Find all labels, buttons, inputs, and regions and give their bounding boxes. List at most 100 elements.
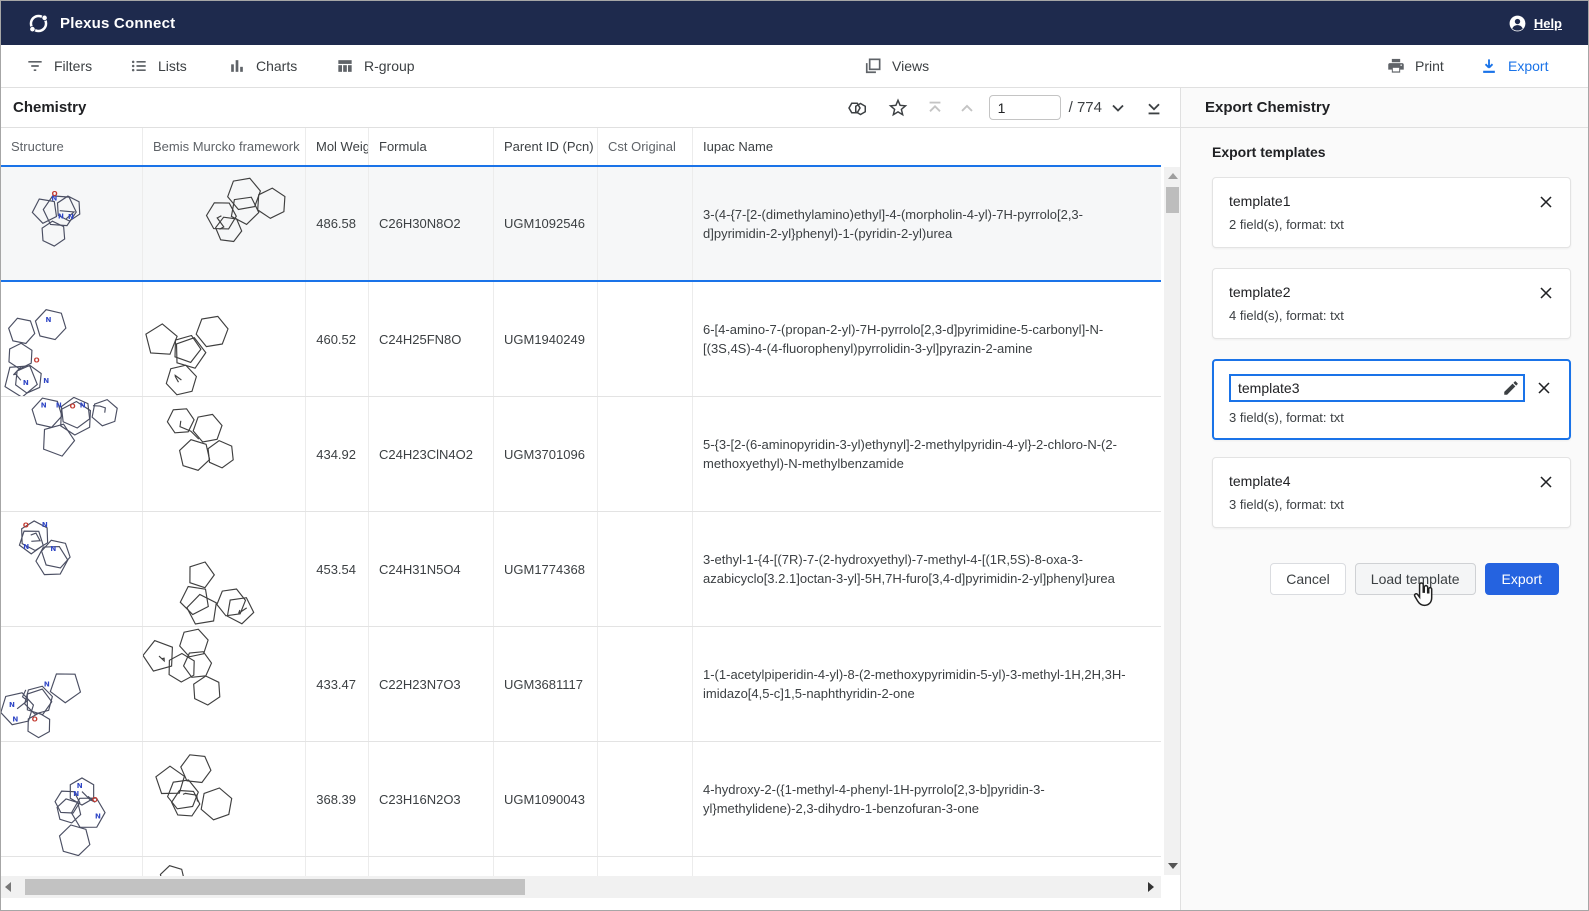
- mol-weight-cell: 434.92: [306, 397, 369, 511]
- parent-id-cell: UGM1090043: [494, 742, 598, 856]
- mol-weight-cell: 486.58: [306, 167, 369, 280]
- views-label: Views: [892, 58, 929, 74]
- export-toolbar-button[interactable]: Export: [1479, 45, 1548, 87]
- template-card-4[interactable]: template4 3 field(s), format: txt: [1212, 457, 1571, 528]
- filters-button[interactable]: Filters: [25, 45, 92, 87]
- column-header-framework[interactable]: Bemis Murcko framework: [143, 128, 306, 165]
- column-header-structure[interactable]: Structure: [1, 128, 143, 165]
- cst-original-cell: [598, 167, 693, 280]
- column-header-parent-id[interactable]: Parent ID (Pcn): [494, 128, 598, 165]
- export-panel-title: Export Chemistry: [1181, 88, 1588, 128]
- template-card-3-selected[interactable]: 3 field(s), format: txt: [1212, 359, 1571, 440]
- first-record-icon[interactable]: [925, 98, 945, 118]
- delete-template-icon[interactable]: [1534, 378, 1554, 398]
- charts-label: Charts: [256, 58, 297, 74]
- structure-drawing: NNON: [1, 512, 142, 626]
- delete-template-icon[interactable]: [1536, 472, 1556, 492]
- scroll-right-arrow[interactable]: [1144, 876, 1158, 898]
- column-header-iupac-name[interactable]: Iupac Name: [693, 128, 1161, 165]
- formula-cell: C23H16N2O3: [369, 742, 494, 856]
- print-button[interactable]: Print: [1386, 45, 1444, 87]
- iupac-name-cell: 1-(1-acetylpiperidin-4-yl)-8-(2-methoxyp…: [693, 627, 1161, 741]
- svg-text:N: N: [43, 376, 49, 385]
- parent-id-cell: UGM1940249: [494, 282, 598, 396]
- svg-text:N: N: [12, 714, 18, 723]
- svg-text:N: N: [73, 789, 79, 798]
- template-card-2[interactable]: template2 4 field(s), format: txt: [1212, 268, 1571, 339]
- plexus-logo-icon: [27, 12, 50, 35]
- framework-drawing: [143, 167, 305, 280]
- framework-cell: [143, 627, 306, 741]
- structure-drawing: NNON: [1, 627, 142, 741]
- framework-drawing: [143, 282, 305, 396]
- structure-drawing: NNON: [1, 167, 142, 280]
- table-row-selected[interactable]: NNON 486.58 C26H30N8O2 UGM1092546 3-(4-{…: [1, 165, 1161, 282]
- structure-drawing: NNON: [1, 742, 142, 856]
- template-name-input[interactable]: [1229, 374, 1525, 402]
- filters-label: Filters: [54, 58, 92, 74]
- framework-cell: [143, 512, 306, 626]
- views-icon: [863, 56, 883, 76]
- framework-drawing: [143, 627, 305, 741]
- scroll-down-arrow[interactable]: [1164, 859, 1181, 873]
- horizontal-scrollbar[interactable]: [1, 876, 1161, 898]
- export-toolbar-label: Export: [1508, 58, 1548, 74]
- lists-button[interactable]: Lists: [129, 45, 187, 87]
- structure-cell: NNON: [1, 282, 143, 396]
- user-circle-icon: [1508, 14, 1527, 33]
- table-icon: [335, 56, 355, 76]
- app-window: Plexus Connect Help Filters Lists: [0, 0, 1589, 911]
- table-row[interactable]: NNON 460.52 C24H25FN8O UGM1940249 6-[4-a…: [1, 282, 1161, 397]
- help-button[interactable]: Help: [1508, 14, 1588, 33]
- next-record-icon[interactable]: [1108, 98, 1128, 118]
- print-icon: [1386, 56, 1406, 76]
- export-button[interactable]: Export: [1485, 563, 1559, 595]
- table-row[interactable]: NNON 434.92 C24H23ClN4O2 UGM3701096 5-{3…: [1, 397, 1161, 512]
- load-template-button[interactable]: Load template: [1355, 563, 1476, 595]
- structure-search-icon[interactable]: [845, 96, 869, 120]
- favorite-star-icon[interactable]: [887, 97, 909, 119]
- svg-text:N: N: [68, 212, 74, 221]
- template-details: 2 field(s), format: txt: [1229, 217, 1554, 232]
- brand: Plexus Connect: [1, 12, 175, 35]
- framework-drawing: [143, 857, 305, 876]
- template-name: template2: [1229, 284, 1554, 300]
- bar-chart-icon: [227, 56, 247, 76]
- horizontal-scroll-thumb[interactable]: [25, 879, 525, 895]
- framework-cell: [143, 742, 306, 856]
- framework-drawing: [143, 512, 305, 626]
- table-row[interactable]: NNON 453.54 C24H31N5O4 UGM1774368 3-ethy…: [1, 512, 1161, 627]
- print-label: Print: [1415, 58, 1444, 74]
- template-card-1[interactable]: template1 2 field(s), format: txt: [1212, 177, 1571, 248]
- delete-template-icon[interactable]: [1536, 283, 1556, 303]
- vertical-scrollbar[interactable]: [1164, 167, 1181, 875]
- column-header-mol-weight[interactable]: Mol Weigh: [306, 128, 369, 165]
- structure-drawing: NNON: [1, 857, 142, 876]
- vertical-scroll-thumb[interactable]: [1166, 187, 1179, 213]
- structure-cell: NNON: [1, 857, 143, 876]
- scroll-left-arrow[interactable]: [1, 876, 15, 898]
- column-header-cst-original[interactable]: Cst Original: [598, 128, 693, 165]
- page-number-input[interactable]: [989, 95, 1061, 120]
- structure-cell: NNON: [1, 742, 143, 856]
- edit-pencil-icon[interactable]: [1502, 379, 1520, 397]
- table-row-partial[interactable]: NNON: [1, 857, 1161, 876]
- rgroup-label: R-group: [364, 58, 415, 74]
- table-row[interactable]: NNON 368.39 C23H16N2O3 UGM1090043 4-hydr…: [1, 742, 1161, 857]
- previous-record-icon[interactable]: [957, 98, 977, 118]
- scroll-up-arrow[interactable]: [1164, 169, 1181, 183]
- delete-template-icon[interactable]: [1536, 192, 1556, 212]
- structure-drawing: NNON: [1, 282, 142, 396]
- column-header-formula[interactable]: Formula: [369, 128, 494, 165]
- table-row[interactable]: NNON 433.47 C22H23N7O3 UGM3681117 1-(1-a…: [1, 627, 1161, 742]
- cancel-button[interactable]: Cancel: [1270, 563, 1346, 595]
- rgroup-button[interactable]: R-group: [335, 45, 415, 87]
- svg-text:N: N: [56, 401, 62, 410]
- last-record-icon[interactable]: [1144, 98, 1164, 118]
- svg-text:N: N: [44, 680, 50, 689]
- views-button[interactable]: Views: [863, 45, 929, 87]
- charts-button[interactable]: Charts: [227, 45, 297, 87]
- parent-id-cell: [494, 857, 598, 876]
- table-body: NNON 486.58 C26H30N8O2 UGM1092546 3-(4-{…: [1, 165, 1161, 876]
- cst-original-cell: [598, 512, 693, 626]
